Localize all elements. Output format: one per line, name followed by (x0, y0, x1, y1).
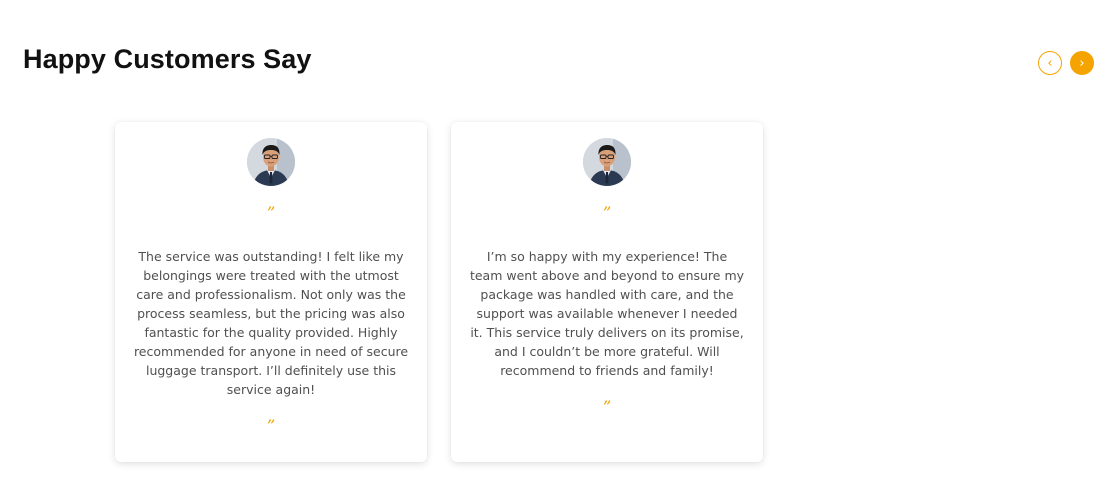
section-title: Happy Customers Say (23, 44, 312, 74)
carousel-next-button[interactable]: › (1070, 51, 1094, 75)
avatar (247, 138, 295, 186)
quote-open-icon: ” (266, 204, 276, 224)
carousel-prev-button[interactable]: ‹ (1038, 51, 1062, 75)
chevron-left-icon: ‹ (1047, 55, 1053, 71)
avatar (583, 138, 631, 186)
quote-close-icon: ” (602, 398, 612, 418)
testimonial-card: ” The service was outstanding! I felt li… (115, 122, 427, 462)
testimonial-card: ” I’m so happy with my experience! The t… (451, 122, 763, 462)
chevron-right-icon: › (1079, 55, 1085, 71)
quote-close-icon: ” (266, 417, 276, 437)
testimonials-section: Happy Customers Say ‹ › ” The service wa… (0, 0, 1100, 477)
testimonial-text: The service was outstanding! I felt like… (133, 249, 409, 397)
quote-open-icon: ” (602, 204, 612, 224)
testimonial-text: I’m so happy with my experience! The tea… (469, 249, 745, 378)
